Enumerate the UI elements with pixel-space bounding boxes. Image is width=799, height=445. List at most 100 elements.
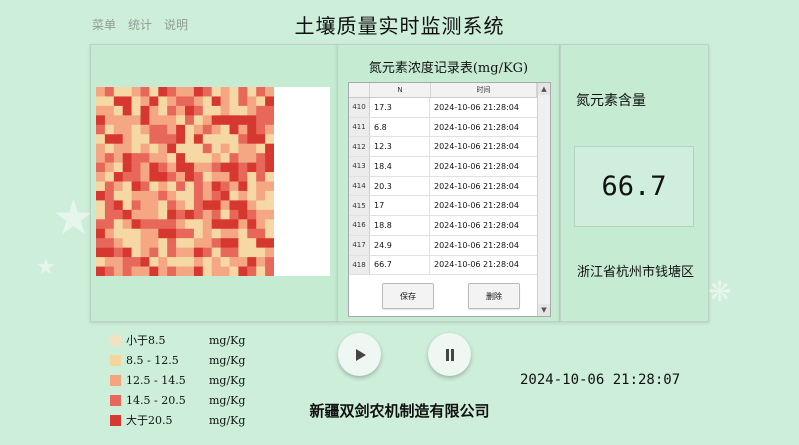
heatmap-cell [167,162,177,173]
heatmap-cell [185,134,195,144]
heatmap-cell [113,143,123,154]
table-row[interactable]: 417 24.9 2024-10-06 21:28:04 [349,235,550,256]
row-time[interactable]: 2024-10-06 21:28:04 [430,177,535,196]
table-row[interactable]: 410 17.3 2024-10-06 21:28:04 [349,98,550,118]
heatmap-cell [247,228,257,239]
heatmap-cell [140,153,150,163]
heatmap-cell [104,190,115,201]
table-body: 410 17.3 2024-10-06 21:28:04 411 6.8 2024-10-… [349,98,550,276]
heatmap-cell [104,257,115,267]
row-n-value[interactable]: 17 [370,196,430,216]
scroll-down-arrow-icon[interactable]: ▼ [538,304,550,316]
heatmap-cell [211,172,221,182]
heatmap-cell [229,134,239,144]
heatmap-cell [193,247,204,258]
heatmap-cell [140,105,150,116]
row-n-value[interactable]: 20.3 [370,176,430,196]
heatmap-cell [140,124,150,135]
delete-button[interactable]: 删除 [468,283,520,309]
heatmap-cell [202,266,212,276]
heatmap-cell [96,209,106,220]
heatmap-cell [247,200,257,211]
heatmap-cell [256,105,266,116]
heatmap-cell [167,134,177,144]
heatmap-cell [149,105,159,116]
heatmap-cell [229,200,239,211]
heatmap-cell [220,247,230,258]
row-n-value[interactable]: 18.4 [370,157,430,176]
heatmap-cell [247,209,257,220]
heatmap-cell [158,134,168,144]
table-row[interactable]: 414 20.3 2024-10-06 21:28:04 [349,176,550,197]
heatmap-cell [265,257,274,267]
heatmap-cell [211,162,221,173]
row-time[interactable]: 2024-10-06 21:28:04 [430,256,535,275]
heatmap-cell [104,238,115,248]
record-table[interactable]: N 时间 410 17.3 2024-10-06 21:28:04 411 6.8 202… [348,82,551,317]
heatmap-cell [265,134,274,144]
heatmap-cell [193,257,204,267]
table-scrollbar[interactable]: ▲ ▼ [537,83,550,316]
heatmap-cell [220,228,230,239]
heatmap-cell [96,257,106,267]
legend-item: 8.5 - 12.5 mg/Kg [110,350,245,370]
heatmap-cell [229,105,239,116]
heatmap-cell [256,266,266,276]
table-row[interactable]: 413 18.4 2024-10-06 21:28:04 [349,157,550,177]
heatmap-cell [122,124,132,135]
heatmap-cell [158,87,168,97]
row-n-value[interactable]: 18.8 [370,216,430,235]
heatmap-cell [211,87,221,97]
table-row[interactable]: 415 17 2024-10-06 21:28:04 [349,196,550,217]
heatmap-cell [220,219,230,230]
heatmap-cell [247,87,257,97]
header-n[interactable]: N [370,83,431,97]
row-time[interactable]: 2024-10-06 21:28:04 [430,137,535,156]
heatmap-cell [158,200,168,211]
pause-button[interactable] [428,333,471,376]
scroll-up-arrow-icon[interactable]: ▲ [538,83,550,95]
table-row[interactable]: 418 66.7 2024-10-06 21:28:04 [349,255,550,276]
heatmap-cell [113,134,123,144]
heatmap-cell [104,266,115,276]
heatmap-cell [149,96,159,107]
heatmap-cell [185,172,195,182]
table-row[interactable]: 411 6.8 2024-10-06 21:28:04 [349,117,550,138]
heatmap-cell [158,172,168,182]
table-row[interactable]: 416 18.8 2024-10-06 21:28:04 [349,216,550,236]
row-time[interactable]: 2024-10-06 21:28:04 [430,157,535,176]
heatmap-cell [96,181,106,192]
row-time[interactable]: 2024-10-06 21:28:04 [430,216,535,235]
heatmap-cell [104,143,115,154]
row-index: 410 [349,98,370,117]
row-time[interactable]: 2024-10-06 21:28:04 [430,236,535,255]
heatmap-cell [193,162,204,173]
heatmap-cell [238,96,248,107]
heatmap-cell [193,238,204,248]
header-time[interactable]: 时间 [431,83,537,97]
row-n-value[interactable]: 17.3 [370,98,430,117]
row-time[interactable]: 2024-10-06 21:28:04 [430,98,535,117]
row-time[interactable]: 2024-10-06 21:28:04 [430,196,535,215]
heatmap-cell [220,266,230,276]
table-row[interactable]: 412 12.3 2024-10-06 21:28:04 [349,137,550,158]
heatmap-cell [96,172,106,182]
heatmap-cell [176,143,186,154]
heatmap-cell [113,190,123,201]
heatmap-cell [131,96,141,107]
row-n-value[interactable]: 12.3 [370,137,430,157]
heatmap-cell [185,143,195,154]
heatmap-cell [185,228,195,239]
heatmap-cell [122,105,132,116]
row-n-value[interactable]: 24.9 [370,235,430,255]
play-button[interactable] [338,333,381,376]
heatmap-cell [193,181,204,192]
row-n-value[interactable]: 6.8 [370,117,430,137]
heatmap-cell [113,247,123,258]
heatmap-cell [211,115,221,126]
page-title: 土壤质量实时监测系统 [294,14,505,38]
row-n-value[interactable]: 66.7 [370,255,430,275]
row-time[interactable]: 2024-10-06 21:28:04 [430,118,535,137]
heatmap-cell [238,153,248,163]
save-button[interactable]: 保存 [382,283,434,309]
